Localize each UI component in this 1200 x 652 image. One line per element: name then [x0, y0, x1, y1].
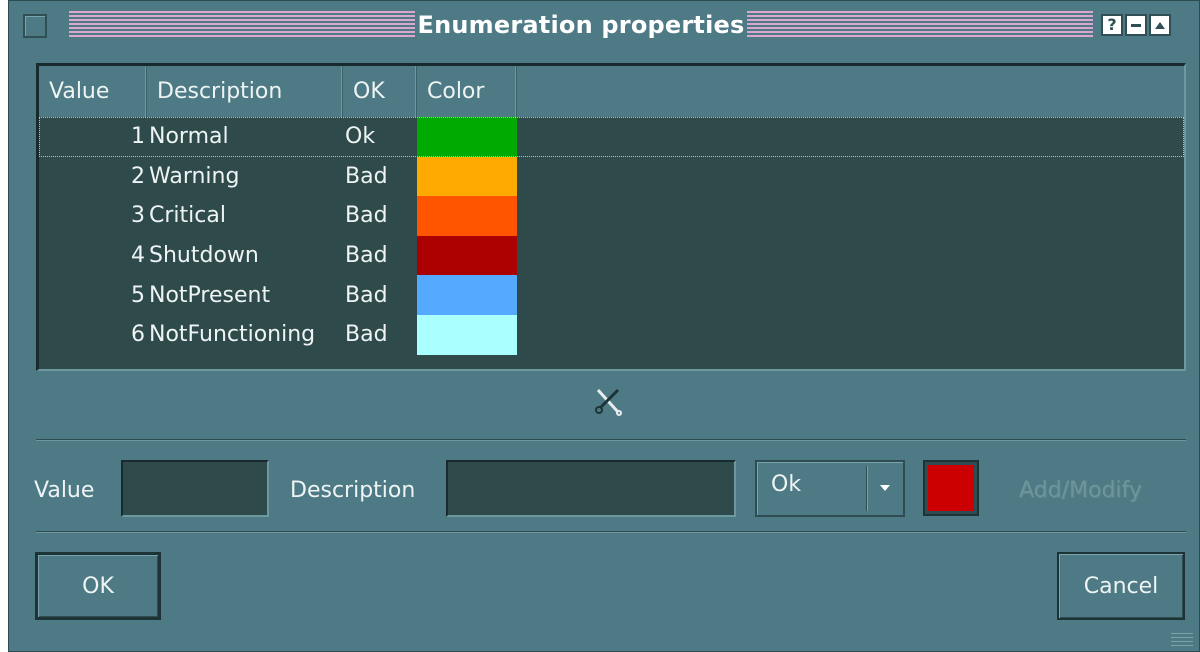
ok-button[interactable]: OK — [35, 552, 161, 620]
item-color-swatch — [417, 275, 517, 315]
item-value: 4 — [131, 243, 145, 269]
scissors-icon — [595, 388, 622, 416]
item-description: Warning — [149, 163, 240, 189]
list-item[interactable]: 4 Shutdown Bad — [39, 235, 1184, 276]
item-value: 2 — [131, 163, 145, 189]
item-value: 6 — [131, 322, 145, 348]
item-description: Normal — [149, 124, 229, 150]
ok-status-select[interactable]: Ok — [755, 460, 905, 517]
column-header-value[interactable]: Value — [39, 66, 147, 117]
column-header-description[interactable]: Description — [147, 66, 343, 117]
chevron-down-icon[interactable] — [875, 476, 895, 500]
title-bar-stripes-left — [69, 11, 415, 37]
list-header: Value Description OK Color — [39, 66, 1184, 117]
description-label: Description — [290, 478, 416, 503]
item-ok: Bad — [345, 203, 388, 229]
item-description: NotPresent — [149, 282, 271, 308]
list-item[interactable]: 6 NotFunctioning Bad — [39, 314, 1184, 355]
item-ok: Bad — [345, 163, 388, 189]
minimize-icon — [1131, 24, 1141, 27]
column-header-ok[interactable]: OK — [343, 66, 417, 117]
list-item[interactable]: 5 NotPresent Bad — [39, 275, 1184, 315]
item-color-swatch — [417, 235, 517, 276]
list-item[interactable]: 3 Critical Bad — [39, 196, 1184, 236]
item-color-swatch — [417, 196, 517, 236]
combo-separator — [866, 466, 868, 511]
window-title: Enumeration properties — [417, 11, 745, 39]
item-description: Shutdown — [149, 243, 259, 269]
value-label: Value — [34, 478, 95, 503]
item-value: 5 — [131, 282, 145, 308]
column-header-color[interactable]: Color — [417, 66, 517, 117]
column-header-filler — [517, 66, 1184, 117]
item-ok: Ok — [345, 124, 376, 150]
title-bar-stripes-right — [747, 11, 1093, 37]
separator — [36, 439, 1186, 441]
color-picker-button[interactable] — [923, 460, 979, 516]
cancel-button[interactable]: Cancel — [1057, 552, 1185, 620]
item-ok: Bad — [345, 322, 388, 348]
item-value: 3 — [131, 203, 145, 229]
item-color-swatch — [417, 314, 517, 355]
item-ok: Bad — [345, 243, 388, 269]
maximize-button[interactable] — [1149, 14, 1171, 36]
window-menu-button[interactable] — [23, 14, 47, 38]
title-bar[interactable]: Enumeration properties ? — [9, 1, 1199, 49]
list-item[interactable]: 1 Normal Ok — [39, 117, 1184, 157]
delete-item-button[interactable] — [589, 381, 629, 421]
resize-grip[interactable] — [1171, 633, 1193, 647]
item-color-swatch — [417, 156, 517, 197]
minimize-button[interactable] — [1125, 14, 1147, 36]
ok-status-selected-value: Ok — [771, 472, 802, 497]
list-body: 1 Normal Ok 2 Warning Bad 3 Critical Bad… — [39, 117, 1184, 355]
separator — [36, 531, 1186, 533]
item-ok: Bad — [345, 282, 388, 308]
help-icon: ? — [1107, 15, 1117, 34]
color-swatch — [928, 465, 974, 511]
item-description: Critical — [149, 203, 226, 229]
help-button[interactable]: ? — [1101, 14, 1123, 36]
add-modify-button[interactable]: Add/Modify — [1019, 477, 1142, 505]
description-input[interactable] — [446, 460, 736, 517]
enumeration-list[interactable]: Value Description OK Color 1 Normal Ok 2… — [36, 63, 1186, 371]
enumeration-properties-dialog: Enumeration properties ? Value Descripti… — [8, 0, 1200, 652]
item-value: 1 — [131, 124, 145, 150]
maximize-icon — [1155, 22, 1165, 29]
item-color-swatch — [417, 117, 517, 157]
list-item[interactable]: 2 Warning Bad — [39, 156, 1184, 197]
value-input[interactable] — [121, 460, 269, 517]
item-description: NotFunctioning — [149, 322, 316, 348]
